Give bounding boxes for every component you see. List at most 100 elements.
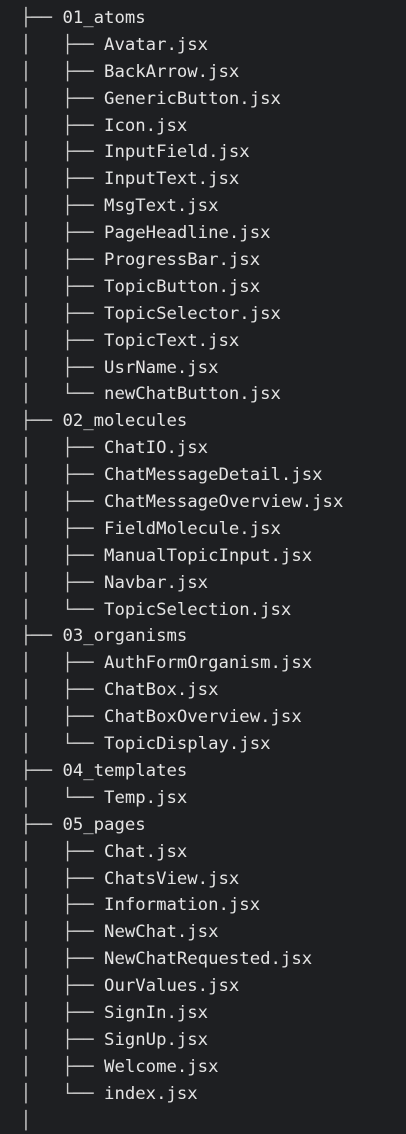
file-name: NewChatRequested.jsx — [104, 949, 313, 970]
tree-file-row[interactable]: │ ├── ManualTopicInput.jsx — [0, 543, 406, 570]
tree-file-row[interactable]: │ ├── ChatBox.jsx — [0, 677, 406, 704]
file-name: TopicSelector.jsx — [104, 303, 281, 324]
file-name: NewChat.jsx — [104, 922, 219, 943]
tree-branch-prefix: │ ├── — [0, 949, 105, 970]
file-name: newChatButton.jsx — [104, 384, 281, 405]
file-name: PageHeadline.jsx — [104, 223, 271, 244]
tree-file-row[interactable]: │ ├── FieldMolecule.jsx — [0, 516, 406, 543]
tree-branch-prefix: │ └── — [0, 599, 105, 620]
tree-branch-prefix: │ ├── — [0, 142, 105, 163]
folder-name: 01_atoms — [62, 8, 146, 28]
file-name: InputField.jsx — [104, 142, 250, 163]
tree-file-row[interactable]: │ ├── NewChatRequested.jsx — [0, 946, 406, 973]
tree-file-row[interactable]: │ ├── Welcome.jsx — [0, 1054, 406, 1081]
tree-file-row[interactable]: │ ├── Information.jsx — [0, 892, 406, 919]
tree-file-row[interactable]: │ └── TopicDisplay.jsx — [0, 731, 406, 758]
tree-branch-prefix: │ ├── — [0, 545, 105, 566]
file-name: index.jsx — [104, 1083, 198, 1104]
tree-file-row[interactable]: │ ├── InputText.jsx — [0, 166, 406, 193]
tree-file-row[interactable]: │ ├── MsgText.jsx — [0, 193, 406, 220]
tree-folder-row[interactable]: ├── 03_organisms — [0, 623, 406, 650]
file-name: Welcome.jsx — [104, 1056, 219, 1077]
tree-branch-prefix: │ ├── — [0, 465, 105, 486]
tree-file-row[interactable]: │ ├── ChatMessageDetail.jsx — [0, 462, 406, 489]
tree-file-row[interactable]: │ ├── UsrName.jsx — [0, 355, 406, 382]
tree-branch-prefix: ├── — [0, 8, 63, 28]
file-name: TopicDisplay.jsx — [104, 734, 271, 755]
tree-file-row[interactable]: │ ├── SignIn.jsx — [0, 1000, 406, 1027]
file-name: TopicButton.jsx — [104, 276, 261, 297]
tree-branch-prefix: │ ├── — [0, 223, 105, 244]
file-name: AuthFormOrganism.jsx — [104, 653, 313, 674]
file-name: Temp.jsx — [104, 787, 188, 808]
tree-file-row[interactable]: │ ├── ChatBoxOverview.jsx — [0, 704, 406, 731]
file-name: SignUp.jsx — [104, 1029, 209, 1050]
tree-branch-prefix: │ ├── — [0, 303, 105, 324]
tree-file-row[interactable]: │ ├── ChatMessageOverview.jsx — [0, 489, 406, 516]
tree-branch-prefix: │ ├── — [0, 169, 105, 190]
tree-branch-prefix: ├── — [0, 411, 63, 432]
tree-file-row[interactable]: │ ├── GenericButton.jsx — [0, 86, 406, 113]
tree-branch-prefix: │ ├── — [0, 707, 105, 728]
tree-file-row[interactable]: │ ├── Avatar.jsx — [0, 32, 406, 59]
tree-file-row[interactable]: │ ├── NewChat.jsx — [0, 919, 406, 946]
tree-branch-prefix: │ ├── — [0, 1029, 105, 1050]
file-name: FieldMolecule.jsx — [104, 518, 281, 539]
tree-branch-prefix: │ ├── — [0, 438, 105, 459]
tree-file-row[interactable]: │ ├── BackArrow.jsx — [0, 59, 406, 86]
tree-file-row[interactable]: │ └── newChatButton.jsx — [0, 381, 406, 408]
tree-folder-row[interactable]: ├── 02_molecules — [0, 408, 406, 435]
tree-branch-prefix: │ ├── — [0, 250, 105, 271]
tree-branch-prefix: │ ├── — [0, 115, 105, 136]
file-name: ChatsView.jsx — [104, 868, 240, 889]
file-name: ChatMessageDetail.jsx — [104, 465, 323, 486]
tree-file-row[interactable]: │ ├── TopicButton.jsx — [0, 274, 406, 301]
file-name: SignIn.jsx — [104, 1002, 209, 1023]
tree-file-row[interactable]: │ └── Temp.jsx — [0, 785, 406, 812]
folder-name: 02_molecules — [62, 411, 188, 432]
tree-branch-prefix: │ ├── — [0, 518, 105, 539]
file-name: ChatBoxOverview.jsx — [104, 707, 302, 728]
tree-file-row[interactable]: │ ├── Chat.jsx — [0, 839, 406, 866]
tree-branch-prefix: │ ├── — [0, 61, 105, 82]
tree-file-row[interactable]: │ ├── AuthFormOrganism.jsx — [0, 650, 406, 677]
file-name: ProgressBar.jsx — [104, 250, 261, 271]
tree-branch-prefix: │ ├── — [0, 330, 105, 351]
tree-branch-prefix: │ └── — [0, 734, 105, 755]
tree-file-row[interactable]: │ ├── InputField.jsx — [0, 139, 406, 166]
tree-folder-row[interactable]: ├── 04_templates — [0, 758, 406, 785]
file-tree: ├── 01_atoms │ ├── Avatar.jsx │ ├── Back… — [0, 5, 406, 1134]
file-name: ChatBox.jsx — [104, 680, 219, 701]
file-name: Information.jsx — [104, 895, 261, 916]
file-name: ManualTopicInput.jsx — [104, 545, 313, 566]
file-name: UsrName.jsx — [104, 357, 219, 378]
tree-file-row[interactable]: │ ├── Navbar.jsx — [0, 570, 406, 597]
tree-branch-prefix: │ ├── — [0, 357, 105, 378]
file-name: TopicText.jsx — [104, 330, 240, 351]
tree-branch-prefix: │ ├── — [0, 680, 105, 701]
tree-file-row[interactable]: │ ├── TopicSelector.jsx — [0, 301, 406, 328]
tree-file-row[interactable]: │ ├── ChatIO.jsx — [0, 435, 406, 462]
tree-branch-prefix: │ ├── — [0, 922, 105, 943]
folder-name: 04_templates — [62, 760, 188, 781]
tree-file-row[interactable]: │ ├── PageHeadline.jsx — [0, 220, 406, 247]
tree-branch-prefix: │ ├── — [0, 276, 105, 297]
tree-branch-prefix: │ ├── — [0, 1002, 105, 1023]
tree-file-row[interactable]: │ ├── OurValues.jsx — [0, 973, 406, 1000]
tree-folder-row[interactable]: ├── 05_pages — [0, 812, 406, 839]
tree-file-row[interactable]: │ └── index.jsx — [0, 1081, 406, 1108]
tree-branch-prefix: │ ├── — [0, 196, 105, 217]
tree-branch-prefix: │ ├── — [0, 653, 105, 674]
file-name: ChatMessageOverview.jsx — [104, 492, 344, 513]
tree-connector-row: │ — [0, 1108, 406, 1134]
tree-file-row[interactable]: │ ├── Icon.jsx — [0, 113, 406, 140]
tree-file-row[interactable]: │ ├── SignUp.jsx — [0, 1027, 406, 1054]
tree-folder-row[interactable]: ├── 01_atoms — [0, 5, 406, 32]
tree-branch-prefix: │ ├── — [0, 34, 105, 55]
tree-file-row[interactable]: │ └── TopicSelection.jsx — [0, 597, 406, 624]
tree-branch-prefix: │ ├── — [0, 88, 105, 109]
tree-file-row[interactable]: │ ├── ChatsView.jsx — [0, 866, 406, 893]
tree-branch-prefix: │ ├── — [0, 841, 105, 862]
tree-file-row[interactable]: │ ├── TopicText.jsx — [0, 328, 406, 355]
tree-file-row[interactable]: │ ├── ProgressBar.jsx — [0, 247, 406, 274]
